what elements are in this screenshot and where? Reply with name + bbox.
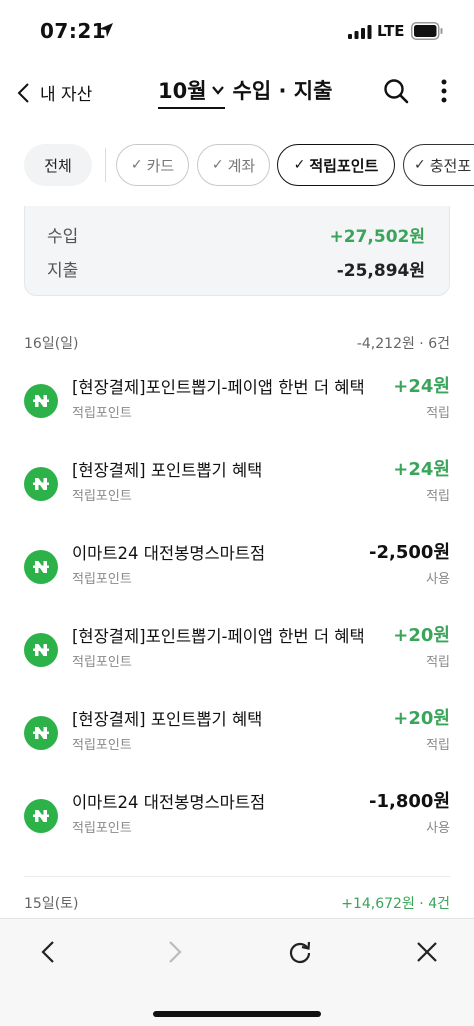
signal-icon xyxy=(348,25,372,39)
transaction-category: 적립포인트 xyxy=(72,738,132,753)
naver-pay-icon xyxy=(24,633,58,667)
income-label: 수입 xyxy=(47,226,79,247)
transaction-name: [현장결제] 포인트뽑기 혜택 xyxy=(72,710,263,729)
transaction-category: 적립포인트 xyxy=(72,406,132,421)
transaction-name: [현장결제]포인트뽑기-페이앱 한번 더 혜택 xyxy=(72,627,365,646)
transaction-amount: +20원 xyxy=(393,708,450,729)
day-divider xyxy=(24,876,450,877)
check-icon: ✓ xyxy=(414,157,426,173)
summary-card: 수입 +27,502원 지출 -25,894원 xyxy=(24,206,450,296)
search-icon[interactable] xyxy=(383,78,409,104)
transaction-name: 이마트24 대전봉명스마트점 xyxy=(72,793,266,812)
transaction-item[interactable]: 이마트24 대전봉명스마트점 적립포인트 -2,500원 사용 xyxy=(24,538,450,594)
transaction-type: 적립 xyxy=(426,489,450,504)
reload-icon[interactable] xyxy=(287,939,313,965)
transaction-amount: -2,500원 xyxy=(369,542,450,563)
filter-all-chip[interactable]: 전체 xyxy=(24,144,92,186)
day-header: 15일(토) +14,672원 · 4건 xyxy=(24,893,450,913)
naver-pay-icon xyxy=(24,467,58,501)
transaction-amount: +20원 xyxy=(393,625,450,646)
filter-account-chip[interactable]: ✓ 계좌 xyxy=(197,144,270,186)
back-link[interactable]: 내 자산 xyxy=(40,80,92,105)
month-label: 10월 xyxy=(158,79,207,103)
day-meta: -4,212원 · 6건 xyxy=(356,336,450,352)
day-header: 16일(일) -4,212원 · 6건 xyxy=(24,333,450,353)
transaction-type: 사용 xyxy=(426,821,450,836)
battery-icon xyxy=(411,22,443,40)
transaction-category: 적립포인트 xyxy=(72,572,132,587)
home-indicator xyxy=(153,1011,321,1017)
expense-row: 지출 -25,894원 xyxy=(47,256,425,281)
transaction-name: [현장결제]포인트뽑기-페이앱 한번 더 혜택 xyxy=(72,378,365,397)
status-bar: 07:21 LTE xyxy=(0,0,474,62)
transaction-type: 사용 xyxy=(426,572,450,587)
naver-pay-icon xyxy=(24,550,58,584)
filter-charge-label: 충전포 xyxy=(429,156,472,175)
transaction-category: 적립포인트 xyxy=(72,821,132,836)
filter-all-label: 전체 xyxy=(44,156,72,175)
naver-pay-icon xyxy=(24,384,58,418)
check-icon: ✓ xyxy=(130,157,143,173)
transaction-item[interactable]: [현장결제]포인트뽑기-페이앱 한번 더 혜택 적립포인트 +24원 적립 xyxy=(24,372,450,428)
check-icon: ✓ xyxy=(211,157,224,173)
forward-icon[interactable] xyxy=(161,939,187,965)
status-time: 07:21 xyxy=(40,19,107,43)
filter-chips: 전체 ✓ 카드 ✓ 계좌 ✓ 적립포인트 ✓ 충전포 xyxy=(24,144,474,186)
transaction-type: 적립 xyxy=(426,406,450,421)
transaction-category: 적립포인트 xyxy=(72,489,132,504)
transaction-category: 적립포인트 xyxy=(72,655,132,670)
transaction-item[interactable]: [현장결제]포인트뽑기-페이앱 한번 더 혜택 적립포인트 +20원 적립 xyxy=(24,621,450,677)
filter-card-label: 카드 xyxy=(146,156,175,175)
naver-pay-icon xyxy=(24,716,58,750)
transaction-amount: +24원 xyxy=(393,459,450,480)
filter-account-label: 계좌 xyxy=(227,156,256,175)
transaction-item[interactable]: 이마트24 대전봉명스마트점 적립포인트 -1,800원 사용 xyxy=(24,787,450,843)
income-value: +27,502원 xyxy=(329,226,426,247)
expense-label: 지출 xyxy=(47,260,79,281)
back-chevron-icon[interactable] xyxy=(16,82,30,104)
transaction-item[interactable]: [현장결제] 포인트뽑기 혜택 적립포인트 +20원 적립 xyxy=(24,704,450,760)
filter-points-chip[interactable]: ✓ 적립포인트 xyxy=(277,144,395,186)
filter-card-chip[interactable]: ✓ 카드 xyxy=(116,144,189,186)
day-date: 16일(일) xyxy=(24,336,79,352)
filter-points-label: 적립포인트 xyxy=(309,156,379,175)
check-icon: ✓ xyxy=(293,157,306,173)
month-selector[interactable]: 10월 xyxy=(158,75,225,109)
more-vertical-icon[interactable] xyxy=(438,78,450,106)
income-row: 수입 +27,502원 xyxy=(47,222,426,247)
transaction-type: 적립 xyxy=(426,738,450,753)
app-header: 내 자산 10월 수입 · 지출 xyxy=(0,72,474,112)
day-date: 15일(토) xyxy=(24,896,79,912)
transaction-name: 이마트24 대전봉명스마트점 xyxy=(72,544,266,563)
browser-toolbar xyxy=(0,918,474,1026)
title-text: 수입 · 지출 xyxy=(232,79,333,103)
filter-charge-chip[interactable]: ✓ 충전포 xyxy=(403,144,474,186)
transaction-name: [현장결제] 포인트뽑기 혜택 xyxy=(72,461,263,480)
transaction-type: 적립 xyxy=(426,655,450,670)
chevron-down-icon xyxy=(211,86,224,95)
back-icon[interactable] xyxy=(36,939,62,965)
day-meta: +14,672원 · 4건 xyxy=(341,896,450,912)
page-title: 10월 수입 · 지출 xyxy=(158,75,332,109)
transaction-amount: -1,800원 xyxy=(369,791,450,812)
location-arrow-icon xyxy=(99,23,113,37)
naver-pay-icon xyxy=(24,799,58,833)
network-label: LTE xyxy=(377,22,405,40)
close-icon[interactable] xyxy=(414,939,440,965)
chip-divider xyxy=(105,148,106,182)
transaction-amount: +24원 xyxy=(393,376,450,397)
expense-value: -25,894원 xyxy=(336,260,425,281)
transaction-item[interactable]: [현장결제] 포인트뽑기 혜택 적립포인트 +24원 적립 xyxy=(24,455,450,511)
